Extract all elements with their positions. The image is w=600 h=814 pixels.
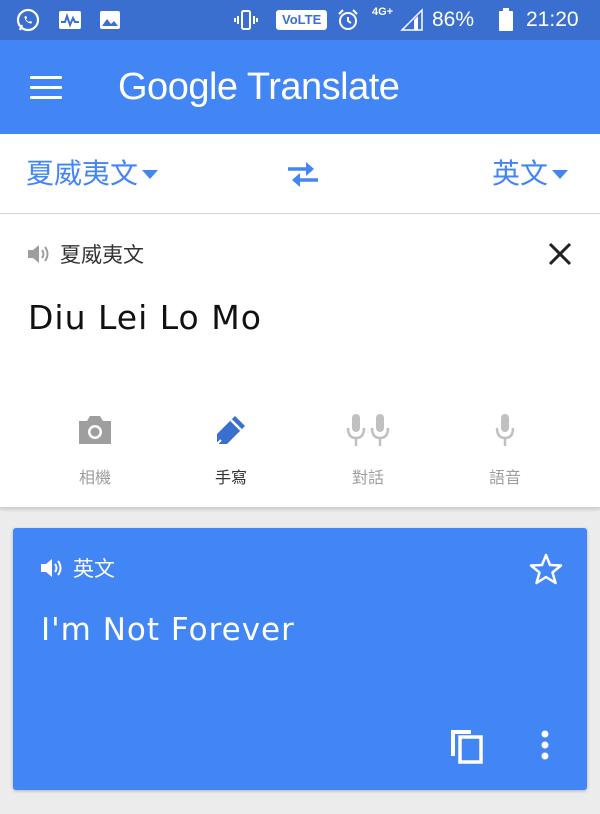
voice-button[interactable]: 語音 (450, 410, 560, 500)
activity-icon (59, 11, 81, 29)
status-bar: VoLTE 4G+ 86% 21:20 (0, 0, 600, 40)
result-speak-row[interactable]: 英文 (39, 554, 115, 582)
source-language-label: 夏威夷文 (26, 157, 139, 190)
source-text[interactable]: Diu Lei Lo Mo (28, 298, 262, 337)
vibrate-icon (234, 10, 258, 30)
source-language-selector[interactable]: 夏威夷文 (26, 156, 159, 192)
dual-mic-icon (346, 414, 390, 446)
input-tools: 相機 手寫 對話 語音 (0, 410, 600, 500)
volte-badge: VoLTE (276, 10, 328, 30)
pen-icon (216, 416, 245, 445)
camera-label: 相機 (78, 468, 111, 487)
result-card[interactable]: 英文 I'm Not Forever (13, 528, 587, 790)
whatsapp-icon (16, 8, 40, 32)
battery-percent: 86% (432, 8, 475, 31)
speaker-icon[interactable] (26, 242, 52, 266)
alarm-icon (338, 9, 358, 30)
handwriting-button[interactable]: 手寫 (176, 410, 286, 500)
copy-icon[interactable] (447, 726, 485, 764)
star-icon[interactable] (529, 552, 563, 586)
speaker-icon[interactable] (39, 556, 65, 580)
signal-icon (400, 8, 423, 31)
language-bar: 夏威夷文 英文 (0, 134, 600, 214)
more-icon[interactable] (533, 726, 557, 764)
source-language-tag: 夏威夷文 (60, 243, 144, 267)
battery-icon (499, 8, 513, 31)
image-icon (100, 11, 120, 29)
translation-text: I'm Not Forever (41, 612, 295, 648)
source-speak-row[interactable]: 夏威夷文 (26, 240, 144, 268)
app-bar: Google Translate (0, 40, 600, 134)
chevron-down-icon (142, 169, 159, 179)
app-title: Google Translate (118, 66, 400, 108)
target-language-selector[interactable]: 英文 (492, 156, 569, 192)
menu-icon[interactable] (30, 76, 62, 100)
target-language-label: 英文 (492, 157, 549, 190)
chevron-down-icon (552, 169, 569, 179)
voice-label: 語音 (488, 468, 521, 487)
input-card: 夏威夷文 Diu Lei Lo Mo 相機 手寫 對話 語音 (0, 214, 600, 508)
camera-icon (79, 416, 111, 444)
clock: 21:20 (526, 8, 579, 31)
conversation-button[interactable]: 對話 (313, 410, 423, 500)
handwriting-label: 手寫 (214, 468, 247, 487)
swap-icon[interactable] (286, 159, 320, 189)
network-label: 4G+ (372, 6, 394, 18)
close-icon[interactable] (546, 240, 574, 268)
conversation-label: 對話 (351, 468, 384, 487)
mic-icon (495, 414, 515, 446)
camera-button[interactable]: 相機 (40, 410, 150, 500)
target-language-tag: 英文 (73, 557, 115, 581)
